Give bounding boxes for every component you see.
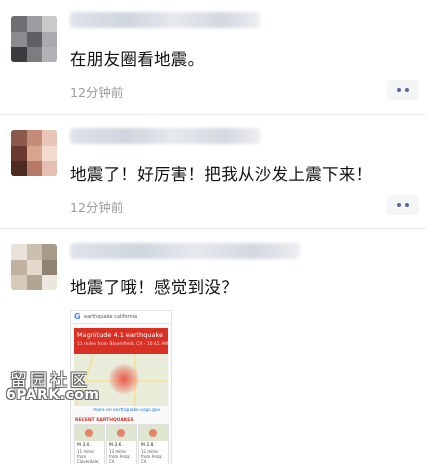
- earthquake-alert-card: Magnitude 4.1 earthquake 11 miles from B…: [74, 328, 168, 354]
- map-link: more on earthquake.usgs.gov: [93, 408, 161, 413]
- watermark-url: 6PARK.com: [6, 387, 100, 403]
- post-time: 12分钟前: [70, 85, 124, 100]
- divider: [0, 114, 426, 115]
- avatar[interactable]: [11, 16, 57, 62]
- quake-card: M 3.6 13 miles from Anza, CA: [106, 424, 137, 464]
- quake-magnitude: M 3.0: [77, 443, 90, 448]
- post-text: 在朋友圈看地震。: [70, 50, 205, 69]
- quake-magnitude: M 3.6: [109, 443, 122, 448]
- more-dots-icon[interactable]: [387, 80, 419, 100]
- quake-card: M 2.8 12 miles from Anza, CA: [138, 424, 169, 464]
- quake-location: 12 miles from Anza, CA: [141, 449, 163, 464]
- quake-location: 11 miles from Cloverdale, CA: [77, 449, 100, 464]
- post-time: 12分钟前: [70, 200, 124, 215]
- avatar[interactable]: [11, 130, 57, 176]
- post-text: 地震了哦！感觉到没？: [70, 278, 238, 297]
- google-search-bar: G earthquake california: [71, 311, 171, 324]
- quake-location: 13 miles from Anza, CA: [109, 449, 131, 464]
- username-blurred[interactable]: [70, 128, 260, 144]
- quake-card: M 3.0 11 miles from Cloverdale, CA: [74, 424, 105, 464]
- more-dots-icon[interactable]: [387, 195, 419, 215]
- alert-title: Magnitude 4.1 earthquake: [77, 331, 163, 339]
- username-blurred[interactable]: [70, 243, 300, 259]
- moments-feed: 在朋友圈看地震。 12分钟前 地震了！好厉害！把我从沙发上震下来！ 12分钟前: [0, 0, 426, 464]
- quake-magnitude: M 2.8: [141, 443, 154, 448]
- google-g-icon: G: [74, 312, 81, 321]
- epicenter-marker: [109, 364, 139, 394]
- username-blurred[interactable]: [70, 12, 260, 28]
- alert-subtitle: 11 miles from Bloomfield, CA · 10:41 AM: [77, 342, 169, 347]
- recent-earthquakes-label: RECENT EARTHQUAKES: [75, 418, 134, 423]
- search-query: earthquake california: [84, 314, 138, 320]
- avatar[interactable]: [11, 244, 57, 290]
- post-text: 地震了！好厉害！把我从沙发上震下来！: [70, 165, 373, 184]
- watermark: 留园社区 6PARK.com: [4, 366, 99, 406]
- divider: [0, 228, 426, 229]
